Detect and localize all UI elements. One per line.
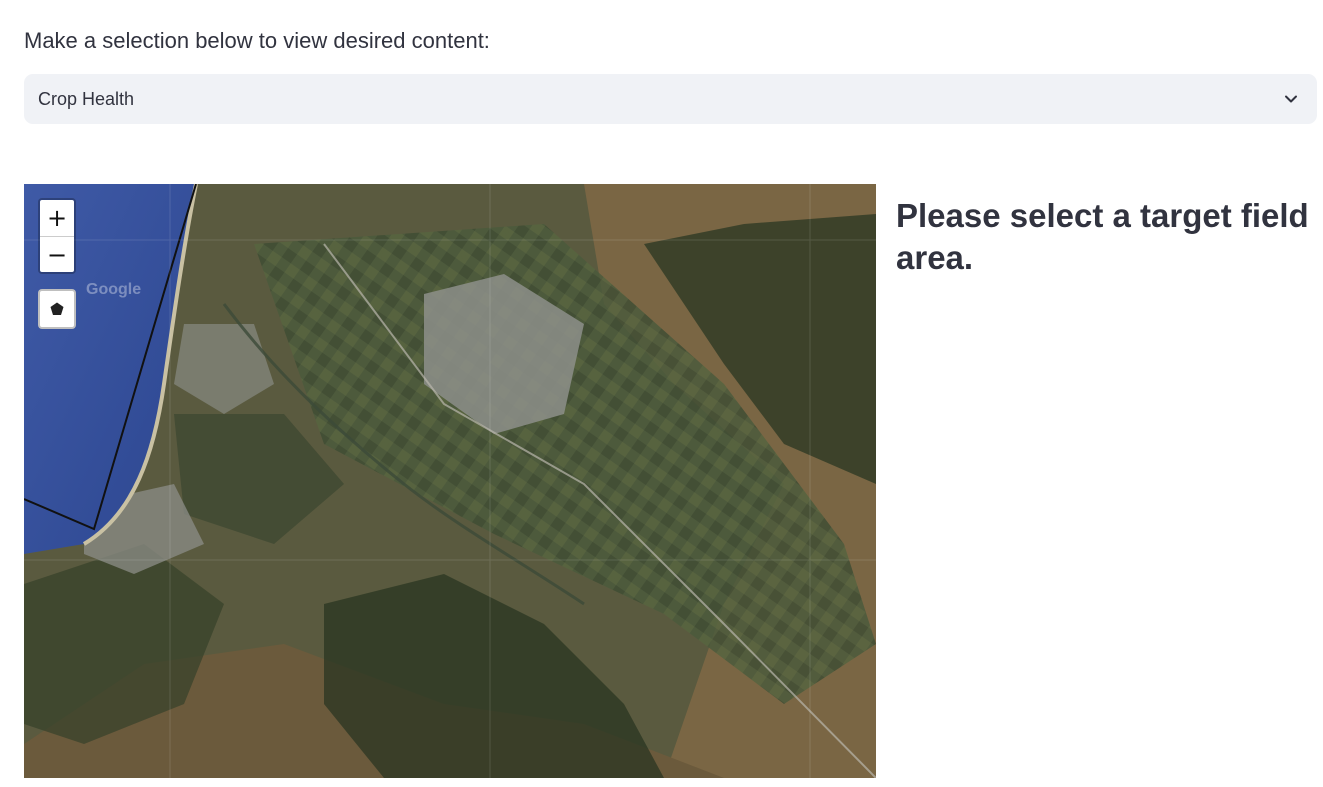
- zoom-out-button[interactable]: −: [40, 237, 74, 273]
- draw-polygon-button[interactable]: [38, 289, 76, 329]
- zoom-in-button[interactable]: +: [40, 200, 74, 237]
- satellite-map[interactable]: Google + −: [24, 184, 876, 778]
- map-watermark: Google: [86, 281, 142, 298]
- instruction-text: Make a selection below to view desired c…: [24, 28, 490, 53]
- satellite-imagery: [24, 184, 876, 778]
- field-selection-prompt: Please select a target field area.: [896, 197, 1309, 276]
- content-select[interactable]: Crop Health: [24, 74, 1317, 124]
- content-select-value: Crop Health: [38, 89, 135, 109]
- zoom-control: + −: [38, 198, 76, 274]
- chevron-down-icon: [1285, 95, 1297, 103]
- polygon-icon: [50, 302, 64, 315]
